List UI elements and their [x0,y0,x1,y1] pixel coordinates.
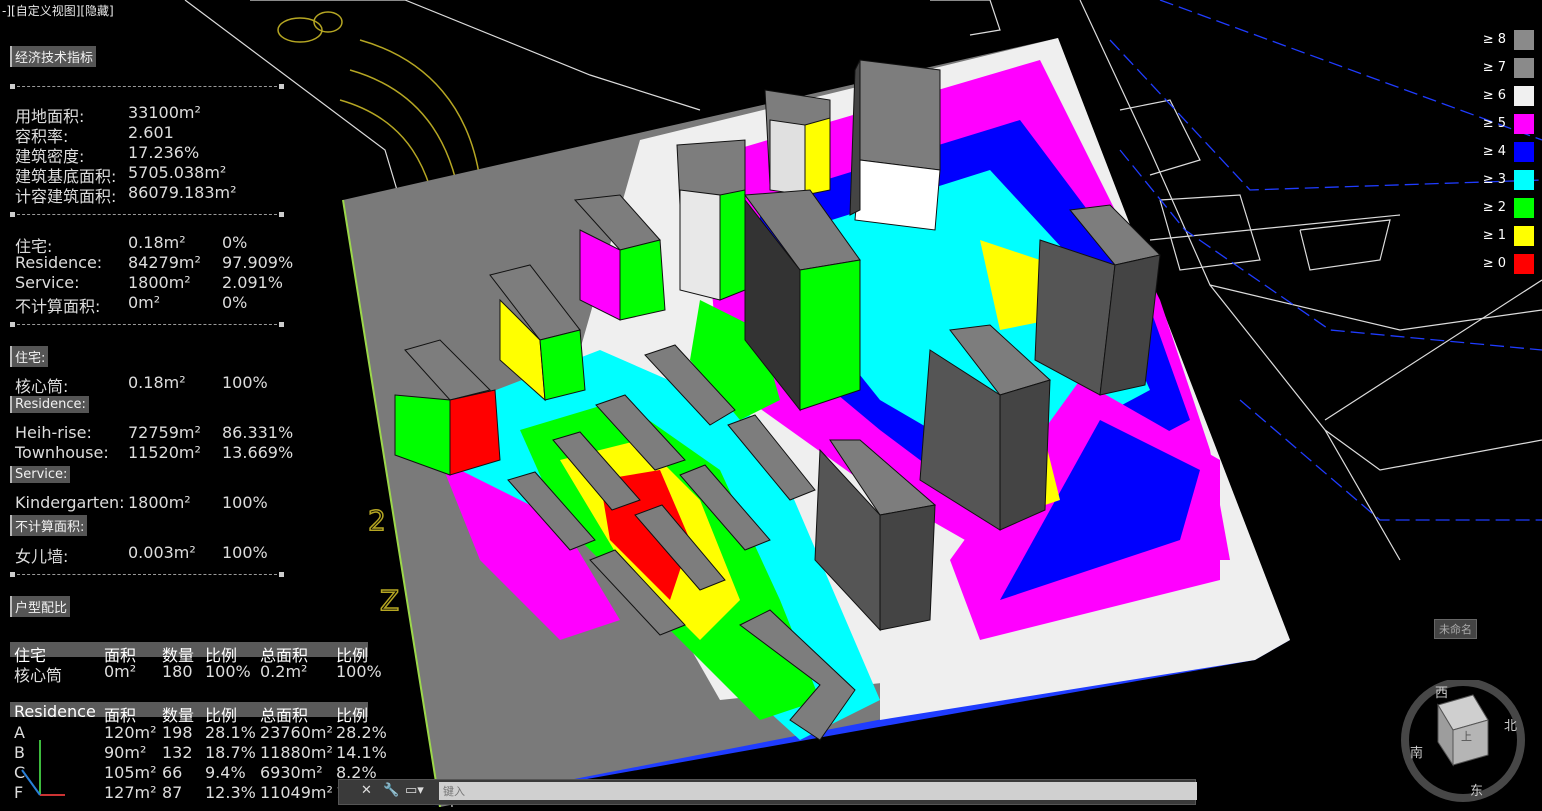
legend-item: ≥ 0 [1474,254,1534,276]
legend-item: ≥ 4 [1474,142,1534,164]
table-header: 住宅 面积 数量 比例 总面积 比例 [10,642,368,665]
service-title: Service: [10,466,71,483]
model-viewport[interactable]: 2 Z -][自定义视图][隐藏] 经济技术指标 用地面积: 33100m² 容… [0,0,1542,807]
svg-text:2: 2 [368,504,386,537]
command-history-icon[interactable]: ▭▾ [405,783,424,798]
legend-item: ≥ 6 [1474,86,1534,108]
divider [10,572,284,577]
viewcube-top-label[interactable]: 上 [1461,728,1472,744]
wrench-icon[interactable]: 🔧 [383,783,399,798]
viewcube-north-label[interactable]: 北 [1504,715,1517,734]
legend-item: ≥ 5 [1474,114,1534,136]
viewcube-west-label[interactable]: 西 [1435,682,1448,701]
ucs-axis-icon [21,740,65,796]
legend-item: ≥ 8 [1474,30,1534,52]
tower [849,59,941,231]
legend-item: ≥ 2 [1474,198,1534,220]
divider [10,322,284,327]
command-line: ✕ 🔧 ▭▾ [338,779,1197,805]
viewcube-south-label[interactable]: 南 [1410,742,1423,761]
legend-item: ≥ 1 [1474,226,1534,248]
residence-title: Residence: [10,396,89,413]
unitmix-title: 户型配比 [10,596,71,617]
svg-text:Z: Z [380,584,399,617]
viewcube-east-label[interactable]: 东 [1470,780,1483,799]
viewcube[interactable]: 西 北 南 东 上 [1398,678,1528,807]
excluded-title: 不计算面积: [10,515,88,536]
table-header: Residence 面积 数量 比例 总面积 比例 [10,702,368,725]
zhuzhai-title: 住宅: [10,346,49,367]
viewport-controls-label[interactable]: -][自定义视图][隐藏] [2,2,114,19]
divider [10,84,284,89]
legend-item: ≥ 7 [1474,58,1534,80]
divider [10,212,284,217]
cad-drawing: 2 Z [21,0,1542,807]
econ-title: 经济技术指标 [10,46,97,67]
legend-item: ≥ 3 [1474,170,1534,192]
close-icon[interactable]: ✕ [361,783,372,798]
named-views-button[interactable]: 未命名 [1434,619,1477,639]
command-input[interactable] [439,782,1197,800]
